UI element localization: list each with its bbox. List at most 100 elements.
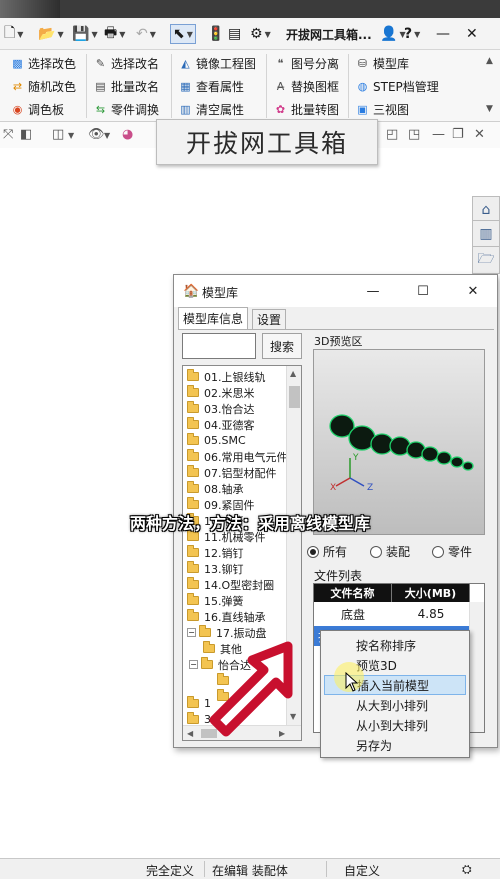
search-button[interactable]: 搜索 [262,333,302,359]
tree-item-label: 16.直线轴承 [204,610,266,624]
3d-preview-area[interactable]: X Z Y [313,349,485,535]
print-button[interactable]: 🖶 ▼ [104,24,125,44]
ribbon-view-properties[interactable]: ▦ 查看属性 [178,75,244,97]
collapse-icon[interactable]: − [189,660,198,669]
tree-item-label: 06.常用电气元件 [204,450,288,464]
chevron-down-icon: ▼ [264,29,271,39]
file-properties-button[interactable]: ▤ [228,24,241,44]
restore-pane-right-icon[interactable]: ◳ [408,127,420,142]
radio-assembly[interactable]: 装配 [370,543,410,560]
close-doc-icon[interactable]: ✕ [474,127,485,142]
ribbon-label: 零件调换 [111,102,160,117]
ribbon-random-recolor[interactable]: ⇄ 随机改色 [10,75,76,97]
status-units[interactable]: 自定义 [344,862,380,879]
ribbon-mirror-drawing[interactable]: ◭ 镜像工程图 [178,52,256,74]
chevron-down-icon[interactable]: ▼ [68,131,74,140]
ribbon-label: 随机改色 [28,79,77,94]
ribbon-drawing-number-split[interactable]: ❝ 图号分离 [273,52,339,74]
status-options-icon[interactable]: ⛭ [462,862,472,877]
tree-item[interactable]: 03.怡合达 [187,401,255,416]
tree-item[interactable]: − 17.振动盘 [187,625,267,640]
tab-settings[interactable]: 设置 [252,309,287,329]
tree-item[interactable]: 14.O型密封圈 [187,577,274,592]
minimize-button[interactable]: — [436,24,450,44]
undo-button[interactable]: ↶ ▼ [136,24,156,44]
ribbon-replace-frame[interactable]: A̶ 替换图框 [273,75,339,97]
appearance-icon[interactable]: ◕ [122,127,133,142]
ribbon-batch-convert[interactable]: ✿ 批量转图 [273,98,339,120]
ribbon-color-palette[interactable]: ◉ 调色板 [10,98,64,120]
dialog-close-button[interactable]: ✕ [462,281,484,301]
save-button[interactable]: 💾 ▼ [72,24,98,44]
tree-item[interactable]: 02.米思米 [187,385,255,400]
chevron-down-icon[interactable]: ▼ [104,131,110,140]
dialog-titlebar[interactable]: 🏠 模型库 — ☐ ✕ [174,275,497,307]
folder-icon [187,712,199,724]
dialog-maximize-button[interactable]: ☐ [412,281,434,301]
search-input[interactable] [182,333,256,359]
replace-frame-icon: A̶ [276,79,285,93]
file-list-scrollbar[interactable] [469,602,484,732]
rebuild-button[interactable]: 🚦 [207,24,224,44]
ribbon-model-library[interactable]: ⛁ 模型库 [355,52,409,74]
ribbon-clear-properties[interactable]: ▥ 清空属性 [178,98,244,120]
menu-item-save-as[interactable]: 另存为 [324,735,466,755]
scroll-up-icon[interactable]: ▲ [290,369,296,378]
tree-item[interactable]: 13.铆钉 [187,561,244,576]
tree-item-label: 17.振动盘 [216,626,267,640]
folder-icon [187,481,199,493]
ribbon-scroll-up-icon[interactable]: ▲ [486,56,493,66]
file-name-cell[interactable]: 底盘 [314,604,392,624]
tab-model-info[interactable]: 模型库信息 [178,307,249,329]
ribbon-separator [348,54,349,118]
folder-icon [187,545,199,557]
menu-item-sort-asc[interactable]: 从小到大排列 [324,715,466,735]
design-library-tab[interactable]: ▥ [472,220,500,248]
tree-item[interactable]: 05.SMC [187,433,246,448]
folder-icon [187,449,199,461]
ribbon-step-manager[interactable]: ◍ STEP档管理 [355,75,439,97]
scroll-thumb[interactable] [289,386,300,408]
ribbon-select-recolor[interactable]: ▩ 选择改色 [10,52,76,74]
help-button[interactable]: ? ▼ [404,24,420,44]
collapse-icon[interactable]: − [187,628,196,637]
ribbon-part-swap[interactable]: ⇆ 零件调换 [93,98,159,120]
zoom-icon[interactable]: ⤧ [3,127,13,142]
section-view-icon[interactable]: ◧ [20,127,32,142]
tree-item[interactable]: 01.上银线轨 [187,369,266,384]
view-orientation-icon[interactable]: ◫ [52,127,64,142]
tree-item[interactable]: 07.铝型材配件 [187,465,277,480]
tree-item-label: 14.O型密封圈 [204,578,275,592]
menu-item-sort-by-name[interactable]: 按名称排序 [324,635,466,655]
axis-z-label: Z [367,483,373,493]
ribbon-select-rename[interactable]: ✎ 选择改名 [93,52,159,74]
tree-item[interactable]: 15.弹簧 [187,593,244,608]
maximize-doc-icon[interactable]: ❐ [452,127,464,142]
ribbon-batch-rename[interactable]: ▤ 批量改名 [93,75,159,97]
dialog-minimize-button[interactable]: — [362,281,384,301]
tree-item[interactable]: 12.销钉 [187,545,244,560]
ribbon-scroll-down-icon[interactable]: ▼ [486,104,493,114]
scroll-left-icon[interactable]: ◀ [187,729,193,738]
new-document-button[interactable]: 🗋 ▼ [4,24,23,44]
model-library-icon: 🏠 [183,284,200,299]
select-button[interactable]: ⬉ ▼ [170,24,196,44]
hide-show-icon[interactable]: 👁 [88,127,105,142]
tree-item[interactable]: 04.亚德客 [187,417,255,432]
ribbon-three-view[interactable]: ▣ 三视图 [355,98,409,120]
radio-part[interactable]: 零件 [432,543,472,560]
radio-all[interactable]: 所有 [307,543,347,560]
column-header-name[interactable]: 文件名称 [314,584,392,602]
file-explorer-tab[interactable]: 🗁 [472,246,500,274]
tree-item[interactable]: 06.常用电气元件 [187,449,288,464]
search-commands-button[interactable]: 👤 ▼ [380,24,406,44]
restore-pane-icon[interactable]: ◰ [386,127,398,142]
tree-item[interactable]: 16.直线轴承 [187,609,266,624]
open-button[interactable]: 📂 ▼ [38,24,64,44]
menu-item-sort-desc[interactable]: 从大到小排列 [324,695,466,715]
options-button[interactable]: ⚙ ▼ [250,24,271,44]
tree-item[interactable]: 08.轴承 [187,481,244,496]
minimize-doc-icon[interactable]: — [432,127,445,142]
column-header-size[interactable]: 大小(MB) [392,584,470,602]
close-app-button[interactable]: ✕ [466,24,478,44]
